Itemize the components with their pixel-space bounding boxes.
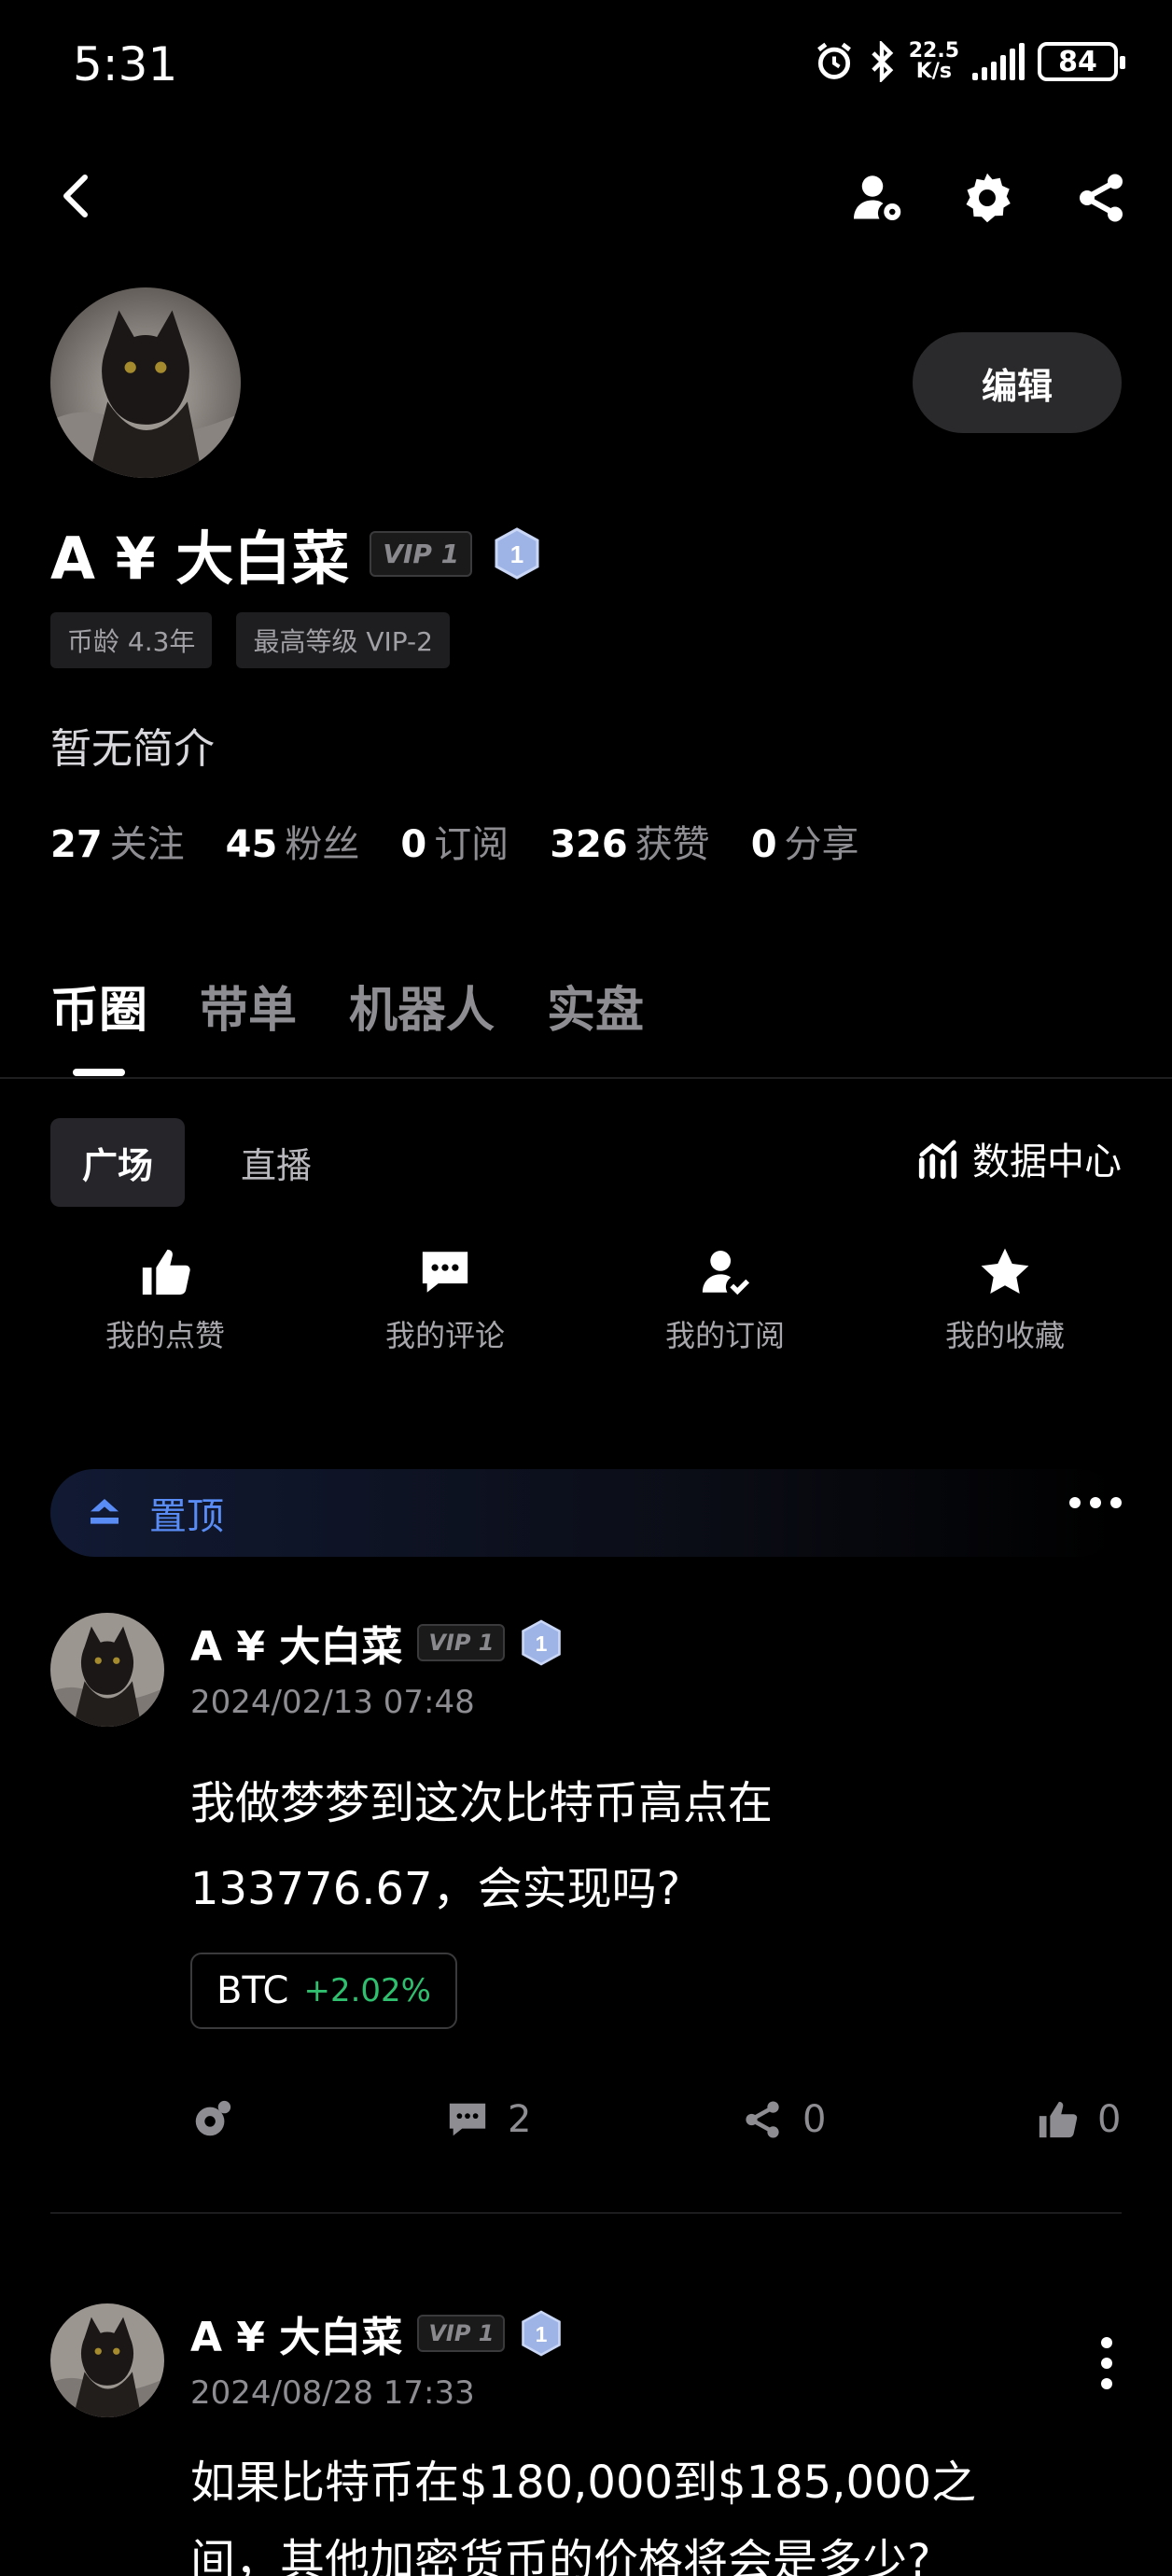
- status-time: 5:31: [73, 37, 178, 91]
- battery-icon: 84: [1038, 42, 1125, 81]
- post-avatar[interactable]: [50, 2303, 164, 2417]
- subtab-square[interactable]: 广场: [50, 1118, 186, 1207]
- stat-following[interactable]: 27 关注: [50, 814, 185, 868]
- post-header: A ¥ 大白菜 VIP 1 1: [190, 2303, 563, 2363]
- user-check-icon: [702, 1251, 750, 1295]
- cat-avatar-image: [50, 2303, 164, 2417]
- sub-tabs: 广场 直播: [50, 1118, 343, 1207]
- my-subscriptions-button[interactable]: 我的订阅: [585, 1245, 865, 1355]
- post-actions: 2 0 0: [0, 2098, 1172, 2154]
- more-horizontal-icon[interactable]: [1069, 1497, 1122, 1508]
- profile-name-row: A ¥ 大白菜 VIP 1 1: [50, 511, 541, 595]
- thumbs-up-icon: [142, 1249, 190, 1295]
- post-separator: [50, 2212, 1122, 2214]
- network-speed: 22.5 K/s: [908, 39, 959, 83]
- level-badge-icon[interactable]: 1: [520, 1619, 563, 1666]
- user-settings-icon[interactable]: [849, 170, 905, 226]
- alarm-icon: [816, 42, 851, 79]
- status-icons: 22.5 K/s 84: [814, 39, 1125, 83]
- level-badge-icon[interactable]: 1: [493, 527, 541, 580]
- my-favorites-button[interactable]: 我的收藏: [865, 1245, 1145, 1355]
- max-level-tag: 最高等级 VIP-2: [236, 612, 450, 668]
- post-avatar[interactable]: [50, 1613, 164, 1727]
- tab-bots[interactable]: 机器人: [349, 971, 495, 1041]
- post-header: A ¥ 大白菜 VIP 1 1: [190, 1613, 563, 1673]
- stat-likes[interactable]: 326 获赞: [550, 814, 710, 868]
- vip-badge[interactable]: VIP 1: [370, 530, 473, 577]
- vip-badge[interactable]: VIP 1: [417, 2315, 506, 2352]
- share-button[interactable]: 0: [741, 2098, 826, 2141]
- thumbs-up-icon: [1039, 2101, 1078, 2138]
- repost-button[interactable]: [190, 2098, 233, 2141]
- repost-icon: [195, 2100, 231, 2136]
- pin-top-icon: [91, 1499, 119, 1524]
- profile-tags: 币龄 4.3年 最高等级 VIP-2: [50, 612, 450, 668]
- status-bar: 5:31 22.5 K/s 84: [0, 0, 1172, 131]
- profile-name: A ¥ 大白菜: [50, 525, 350, 593]
- cat-avatar-image: [50, 1613, 164, 1727]
- star-icon: [981, 1248, 1029, 1294]
- quick-actions: 我的点赞 我的评论 我的订阅 我的收藏: [0, 1245, 1172, 1355]
- comment-icon: [449, 2103, 486, 2136]
- chart-icon: [918, 1140, 957, 1180]
- comment-count: 2: [508, 2098, 532, 2141]
- post-date: 2024/02/13 07:48: [190, 1684, 475, 1721]
- profile-bio: 暂无简介: [50, 725, 215, 773]
- profile-avatar[interactable]: [50, 287, 241, 478]
- svg-text:1: 1: [536, 1631, 548, 1656]
- coin-tag[interactable]: BTC +2.02%: [190, 1953, 457, 2029]
- profile-stats: 27 关注 45 粉丝 0 订阅 326 获赞 0 分享: [50, 814, 859, 868]
- tabs-divider: [0, 1077, 1172, 1079]
- stat-shares[interactable]: 0 分享: [751, 814, 859, 868]
- post-text: 我做梦梦到这次比特币高点在 133776.67，会实现吗?: [190, 1777, 774, 1915]
- edit-profile-button[interactable]: 编辑: [913, 332, 1122, 433]
- post-text: 如果比特币在$180,000到$185,000之 间，其他加密货币的价格将会是多…: [190, 2457, 977, 2576]
- tab-copy-trading[interactable]: 带单: [200, 971, 297, 1041]
- share-icon[interactable]: [1073, 170, 1129, 226]
- signal-icon: [972, 43, 1025, 80]
- main-tabs: 币圈 带单 机器人 实盘: [50, 971, 644, 1076]
- tab-live-trading[interactable]: 实盘: [547, 971, 644, 1041]
- pinned-label: 置顶: [149, 1495, 224, 1538]
- more-vertical-icon[interactable]: [1101, 2337, 1112, 2389]
- data-center-link[interactable]: 数据中心: [916, 1131, 1122, 1185]
- cat-avatar-image: [50, 287, 241, 478]
- stat-subscriptions[interactable]: 0 订阅: [400, 814, 509, 868]
- top-nav: [0, 149, 1172, 243]
- comment-button[interactable]: 2: [446, 2098, 531, 2141]
- my-comments-button[interactable]: 我的评论: [305, 1245, 585, 1355]
- post-date: 2024/08/28 17:33: [190, 2374, 475, 2412]
- battery-level: 84: [1058, 45, 1097, 78]
- data-center-label: 数据中心: [972, 1141, 1122, 1183]
- vip-badge[interactable]: VIP 1: [417, 1624, 506, 1661]
- comment-icon: [422, 1252, 468, 1293]
- bluetooth-icon: [871, 41, 893, 82]
- coin-change: +2.02%: [303, 1972, 431, 2009]
- subtab-live[interactable]: 直播: [209, 1118, 343, 1207]
- like-count: 0: [1097, 2098, 1122, 2141]
- svg-text:1: 1: [536, 2322, 548, 2346]
- back-arrow-icon[interactable]: [54, 170, 101, 222]
- like-button[interactable]: 0: [1036, 2098, 1121, 2141]
- level-number: 1: [510, 540, 523, 568]
- my-likes-button[interactable]: 我的点赞: [25, 1245, 305, 1355]
- stat-followers[interactable]: 45 粉丝: [226, 814, 360, 868]
- level-badge-icon[interactable]: 1: [520, 2310, 563, 2357]
- tab-coin-circle[interactable]: 币圈: [50, 971, 147, 1076]
- gear-icon[interactable]: [959, 170, 1015, 226]
- post-author-name[interactable]: A ¥ 大白菜: [190, 2303, 402, 2363]
- coin-age-tag: 币龄 4.3年: [50, 612, 213, 668]
- coin-symbol: BTC: [216, 1969, 289, 2012]
- share-icon: [746, 2101, 779, 2138]
- pinned-bar[interactable]: 置顶: [50, 1469, 1122, 1557]
- post-author-name[interactable]: A ¥ 大白菜: [190, 1613, 402, 1673]
- share-count: 0: [802, 2098, 827, 2141]
